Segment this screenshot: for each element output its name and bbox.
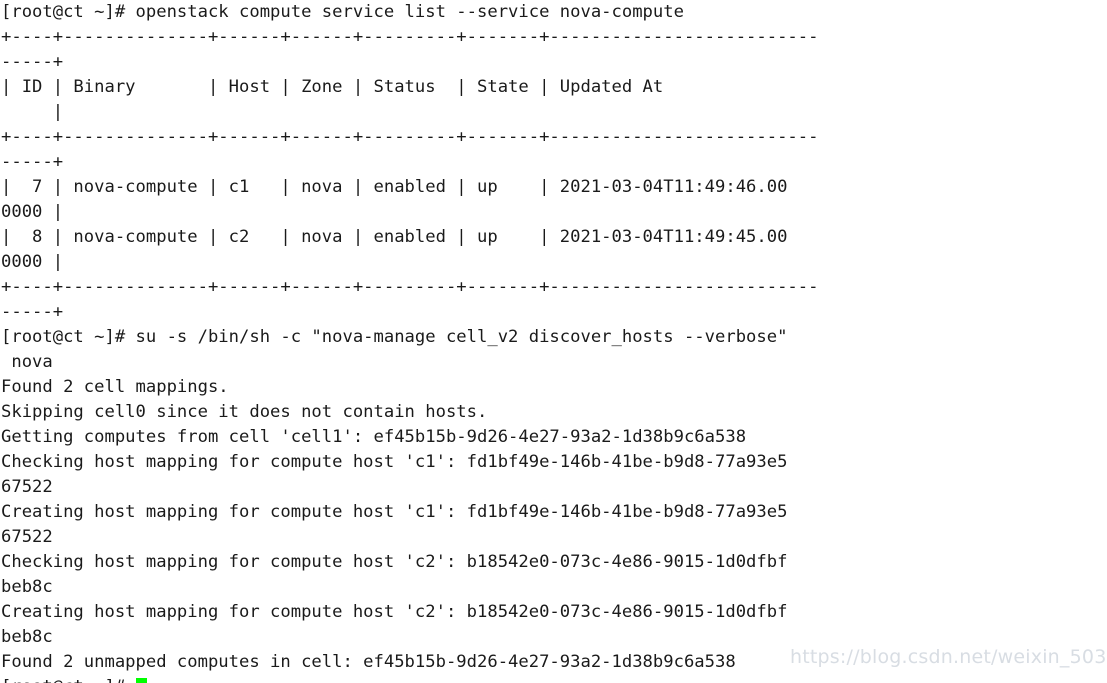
terminal-line-command: nova [1,352,53,372]
terminal-output: [root@ct ~]# openstack compute service l… [1,0,1107,683]
terminal-line-rule: -----+ [1,52,64,72]
terminal-prompt-text: [root@ct ~]# [1,677,136,683]
terminal-line-output: 67522 [1,527,53,547]
terminal-cursor [135,678,147,683]
terminal-line-output: Checking host mapping for compute host '… [1,552,788,572]
terminal-line-output: Creating host mapping for compute host '… [1,602,788,622]
terminal-line-output: beb8c [1,577,53,597]
terminal-line-rule: +----+--------------+------+------+-----… [1,277,819,297]
terminal-line-table-row: | 7 | nova-compute | c1 | nova | enabled… [1,177,788,197]
terminal-line-output: Skipping cell0 since it does not contain… [1,402,488,422]
terminal-line-output: Found 2 cell mappings. [1,377,229,397]
terminal-line-table-row: 0000 | [1,202,64,222]
terminal-line-table-row: | 8 | nova-compute | c2 | nova | enabled… [1,227,788,247]
terminal-line-rule: -----+ [1,302,64,322]
terminal-line-table-header: | ID | Binary | Host | Zone | Status | S… [1,77,664,97]
terminal-line-table-header: | [1,102,64,122]
terminal-line-command: [root@ct ~]# su -s /bin/sh -c "nova-mana… [1,327,788,347]
terminal-line-output: Creating host mapping for compute host '… [1,502,788,522]
terminal-line-rule: +----+--------------+------+------+-----… [1,27,819,47]
terminal-line-command: [root@ct ~]# openstack compute service l… [1,2,684,22]
terminal-line-output: beb8c [1,627,53,647]
terminal-line-table-row: 0000 | [1,252,64,272]
terminal-prompt-line[interactable]: [root@ct ~]# [1,675,1107,683]
terminal-window[interactable]: [root@ct ~]# openstack compute service l… [0,0,1107,683]
terminal-line-rule: -----+ [1,152,64,172]
terminal-line-output: Getting computes from cell 'cell1': ef45… [1,427,747,447]
terminal-line-output: Checking host mapping for compute host '… [1,452,788,472]
terminal-line-output: 67522 [1,477,53,497]
terminal-line-rule: +----+--------------+------+------+-----… [1,127,819,147]
terminal-line-output: Found 2 unmapped computes in cell: ef45b… [1,652,736,672]
